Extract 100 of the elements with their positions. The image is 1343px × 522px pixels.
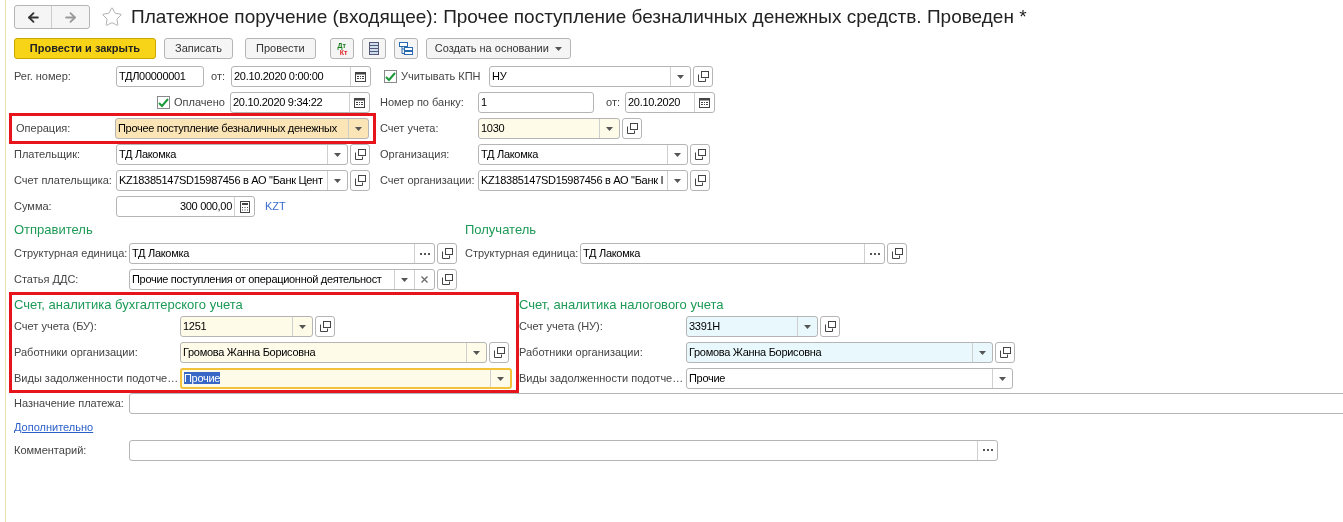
input-field[interactable]: 1251 (180, 316, 313, 337)
input-field[interactable] (129, 393, 1343, 414)
caret-icon (334, 178, 341, 183)
open-button[interactable] (622, 118, 642, 139)
calendar-icon (699, 97, 710, 108)
caret-icon (299, 324, 306, 329)
input-field[interactable]: Прочие поступления от операционной деятельност (129, 269, 435, 290)
currency-link[interactable]: KZT (265, 198, 286, 215)
input-field[interactable]: 1 (478, 92, 594, 113)
open-icon (999, 347, 1011, 358)
open-button[interactable] (995, 342, 1015, 363)
caret-icon (999, 376, 1006, 381)
checkbox[interactable] (384, 70, 397, 83)
checkbox-label: Учитывать КПН (401, 69, 481, 85)
input-field[interactable]: 20.10.2020 0:00:00 (231, 66, 371, 87)
toolbar-button[interactable]: Провести (245, 38, 316, 59)
open-button[interactable] (693, 66, 713, 87)
field-label: Работники организации: (14, 345, 139, 361)
input-field[interactable] (129, 439, 998, 461)
open-icon (319, 321, 331, 332)
caret-icon (979, 350, 986, 355)
input-field[interactable]: Прочие (180, 368, 512, 389)
input-field[interactable]: ТД Лакомка (478, 144, 688, 165)
open-icon (441, 274, 453, 285)
caret-icon (497, 376, 504, 381)
ellipsis-icon (869, 252, 880, 255)
checkbox[interactable] (157, 96, 170, 109)
caret-icon (334, 152, 341, 157)
field-label: Счет учета (НУ): (519, 319, 604, 335)
clear-icon (421, 276, 428, 283)
input-field[interactable]: Прочее поступление безналичных денежных (115, 118, 369, 139)
hierarchy-icon (398, 41, 413, 56)
ellipsis-icon (419, 252, 430, 255)
caret-icon (677, 74, 684, 79)
section-heading: Счет, аналитика бухгалтерского учета (14, 297, 244, 313)
open-icon (824, 321, 836, 332)
calendar-icon (354, 97, 365, 108)
input-field[interactable]: Прочие (686, 368, 1013, 389)
open-icon (493, 347, 505, 358)
toolbar-button[interactable]: Записать (164, 38, 233, 59)
field-label: Структурная единица: (465, 246, 580, 262)
input-field[interactable]: 3391Н (686, 316, 818, 337)
input-field[interactable]: НУ (489, 66, 691, 87)
open-button[interactable] (690, 144, 710, 165)
calendar-icon (355, 71, 366, 82)
input-field[interactable]: 1030 (478, 118, 620, 139)
structure-button[interactable] (393, 38, 418, 59)
open-icon (694, 149, 706, 160)
open-button[interactable] (350, 144, 370, 165)
post-and-close-button[interactable]: Провести и закрыть (14, 38, 156, 59)
field-label: Структурная единица: (14, 246, 129, 262)
field-label: Операция: (16, 121, 72, 137)
field-label: Комментарий: (14, 442, 88, 458)
open-icon (694, 175, 706, 186)
field-label: Сумма: (14, 199, 53, 215)
caret-icon (473, 350, 480, 355)
open-button[interactable] (887, 243, 907, 264)
back-icon (25, 9, 41, 25)
caret-icon (554, 46, 562, 51)
open-button[interactable] (315, 316, 335, 337)
field-label: Рег. номер: (14, 69, 72, 85)
field-label: от: (211, 69, 226, 85)
check-icon (158, 97, 169, 108)
section-heading: Получатель (465, 223, 537, 237)
open-button[interactable] (437, 269, 457, 290)
field-label: Назначение платежа: (14, 396, 125, 412)
input-field[interactable]: ТД Лакомка (116, 144, 348, 165)
input-field[interactable]: 20.10.2020 (625, 92, 715, 113)
input-field[interactable]: 20.10.2020 9:34:22 (230, 92, 370, 113)
input-field[interactable]: KZ18385147SD15987456 в АО "Банк Цент (116, 170, 348, 191)
list-button[interactable] (361, 38, 386, 59)
more-link[interactable]: Дополнительно (14, 419, 94, 436)
open-button[interactable] (437, 243, 457, 264)
checkbox-label: Оплачено (174, 95, 225, 111)
open-icon (891, 248, 903, 259)
create-based-on-button[interactable]: Создать на основании (425, 38, 571, 59)
input-field[interactable]: Громова Жанна Борисовна (686, 342, 993, 363)
caret-icon (355, 126, 362, 131)
favorite-star-icon[interactable] (101, 6, 123, 28)
field-label: Номер по банку: (380, 95, 465, 111)
field-label: Плательщик: (14, 147, 82, 163)
field-label: Статья ДДС: (14, 272, 80, 288)
input-field[interactable]: Громова Жанна Борисовна (180, 342, 487, 363)
field-label: Счет плательщика: (14, 173, 113, 189)
open-button[interactable] (489, 342, 509, 363)
input-field[interactable]: KZ18385147SD15987456 в АО "Банк I (478, 170, 688, 191)
open-button[interactable] (820, 316, 840, 337)
input-field[interactable]: ТДЛ00000001 (116, 66, 204, 87)
input-field[interactable]: ТД Лакомка (129, 243, 435, 264)
window-title: Платежное поручение (входящее): Прочее поступление безналичных денежных средств. Проведен * (131, 4, 1027, 29)
caret-icon (674, 152, 681, 157)
calculator-icon (239, 200, 250, 213)
field-label: от: (606, 95, 621, 111)
list-icon (368, 41, 379, 56)
input-field[interactable]: ТД Лакомка (580, 243, 885, 264)
caret-icon (401, 277, 408, 282)
input-field[interactable]: 300 000,00 (116, 196, 255, 217)
field-label: Виды задолженности подотче… (519, 371, 685, 387)
open-button[interactable] (690, 170, 710, 191)
open-button[interactable] (350, 170, 370, 191)
